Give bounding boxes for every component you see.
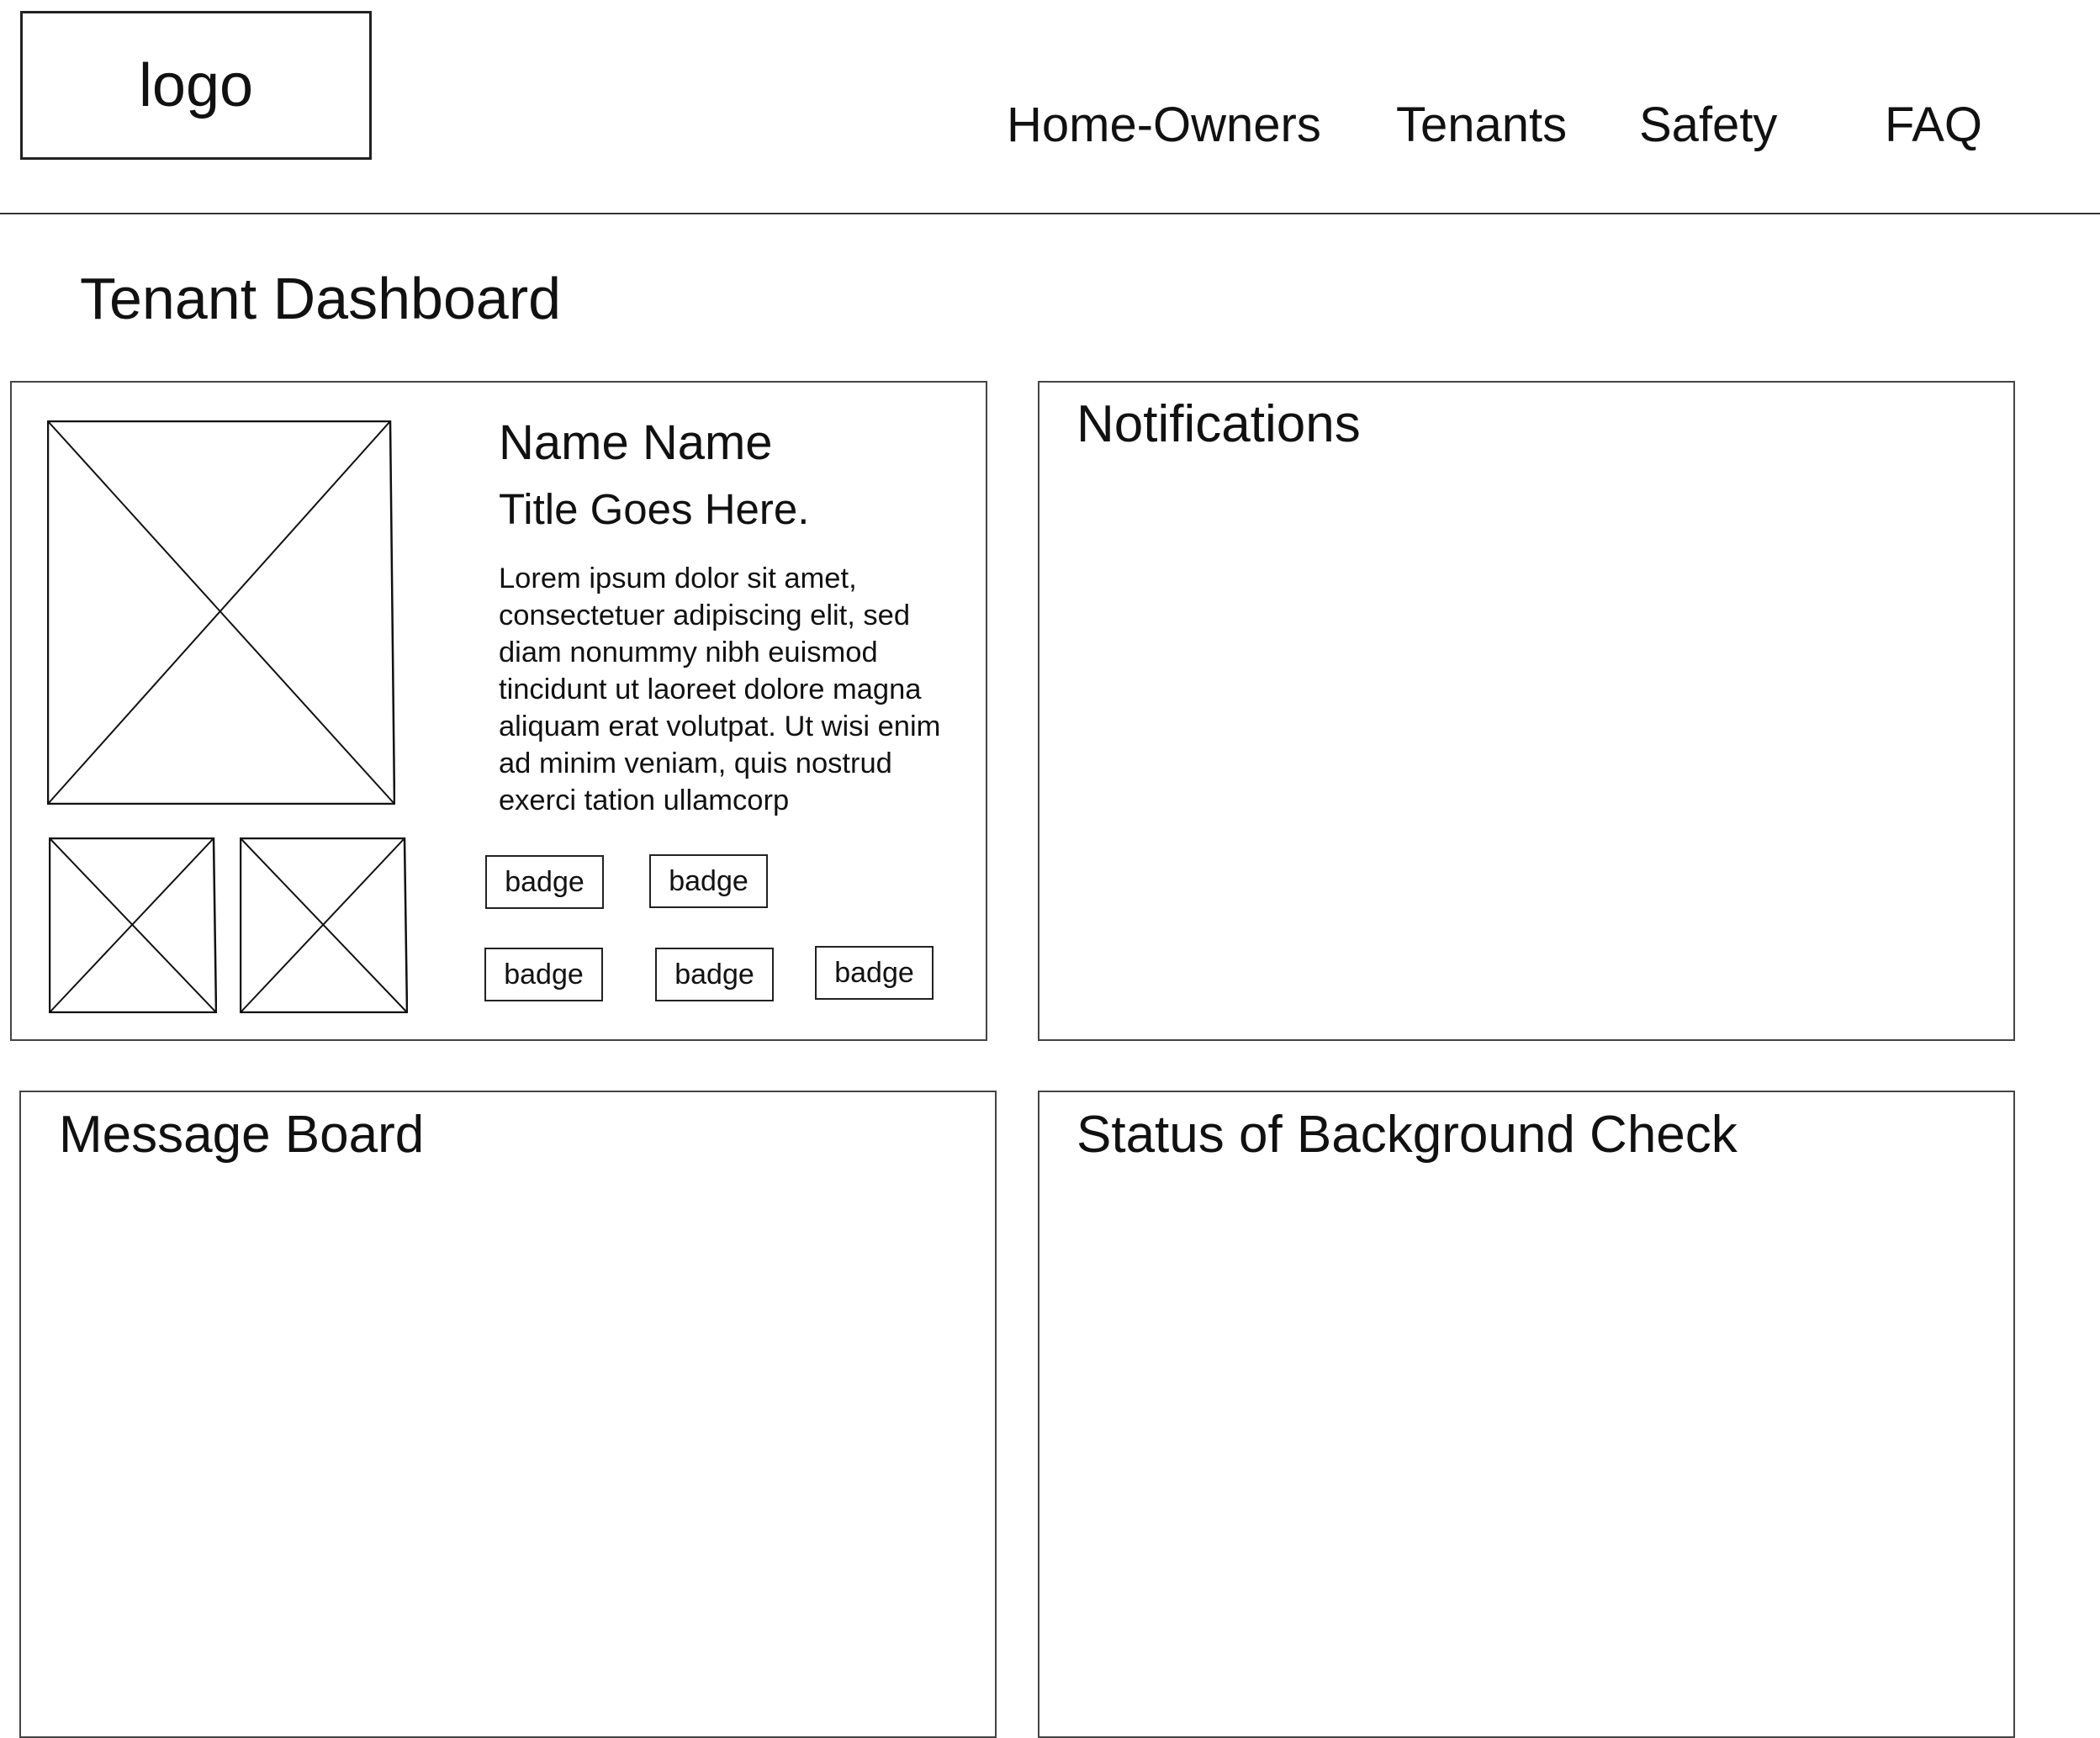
notifications-title: Notifications [1076, 395, 1361, 453]
message-board-title: Message Board [59, 1106, 425, 1164]
badge[interactable]: badge [484, 948, 603, 1001]
logo[interactable]: logo [20, 11, 372, 160]
logo-text: logo [138, 51, 254, 119]
badge[interactable]: badge [815, 946, 934, 1000]
profile-photo-placeholder [47, 420, 395, 805]
notifications-panel [1038, 381, 2015, 1041]
profile-description: Lorem ipsum dolor sit amet, consectetuer… [499, 563, 941, 816]
profile-title: Title Goes Here. [499, 485, 810, 533]
badge[interactable]: badge [485, 855, 604, 909]
gallery-image-placeholder-1 [49, 837, 217, 1013]
badge[interactable]: badge [649, 854, 768, 908]
background-check-panel [1038, 1091, 2015, 1738]
page-title: Tenant Dashboard [80, 266, 562, 331]
nav-safety[interactable]: Safety [1639, 101, 1777, 150]
gallery-image-placeholder-2 [240, 837, 408, 1013]
nav-faq[interactable]: FAQ [1885, 101, 1982, 150]
nav-tenants[interactable]: Tenants [1396, 101, 1567, 150]
nav-home-owners[interactable]: Home-Owners [1007, 101, 1321, 150]
message-board-panel [19, 1091, 997, 1738]
background-check-title: Status of Background Check [1076, 1106, 1738, 1164]
profile-name: Name Name [499, 415, 773, 470]
header-divider [0, 213, 2100, 214]
badge[interactable]: badge [655, 948, 774, 1001]
